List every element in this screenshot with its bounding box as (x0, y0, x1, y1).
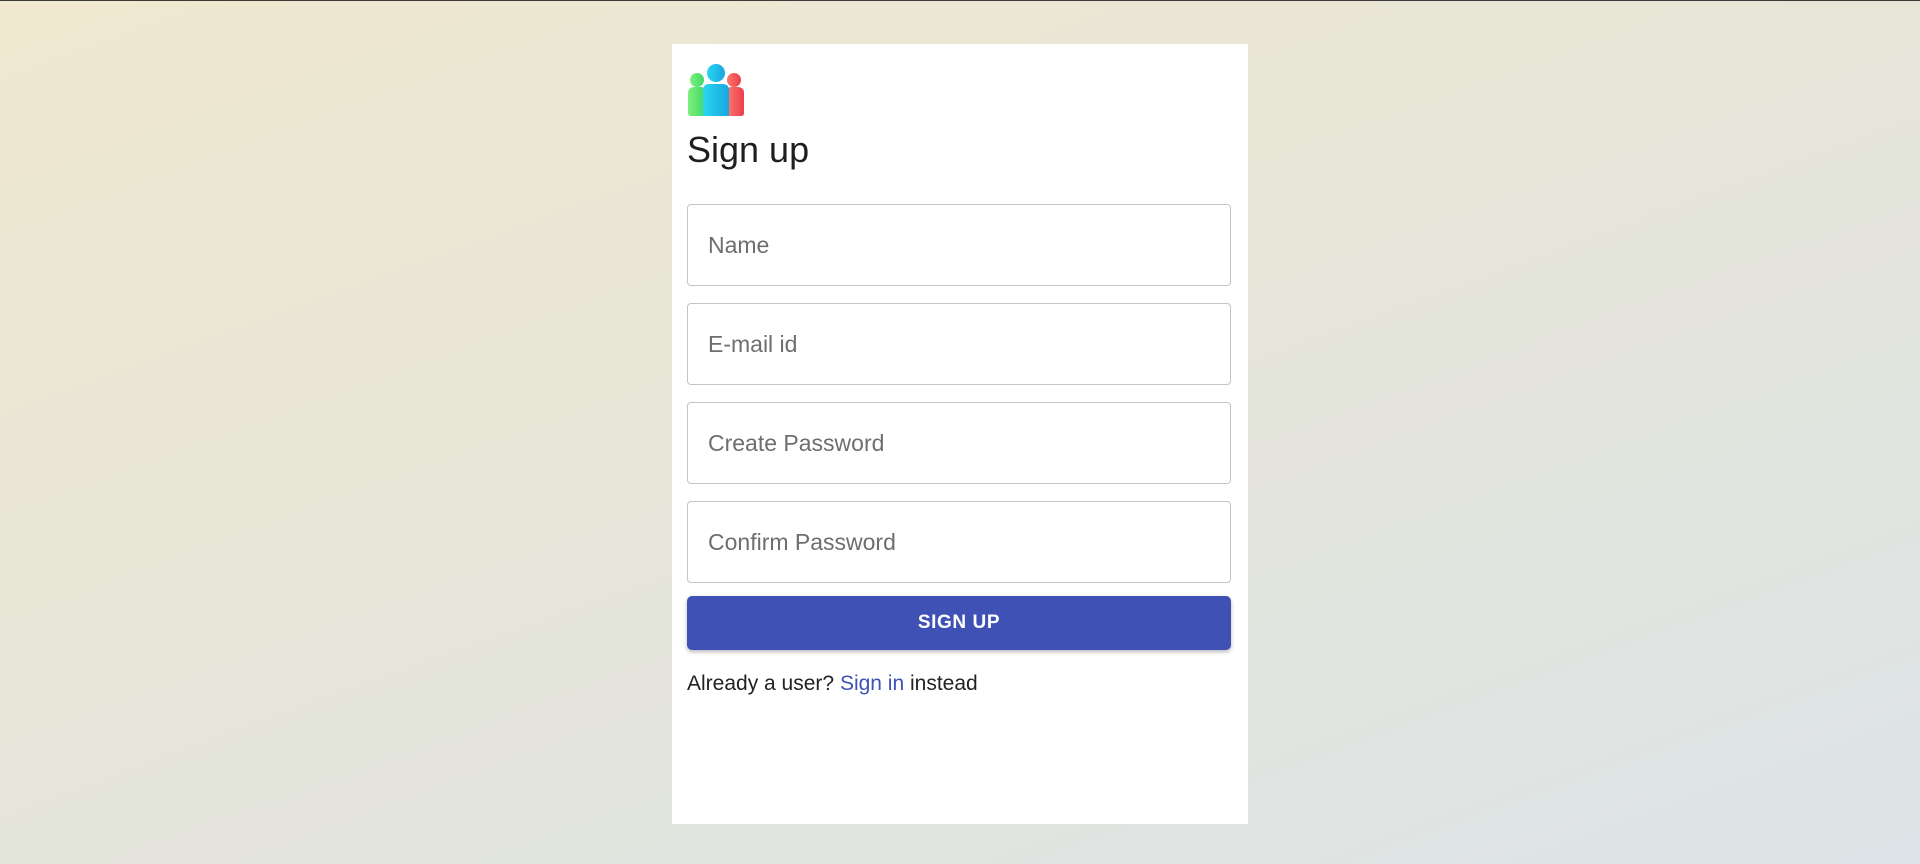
name-field[interactable] (687, 204, 1231, 286)
signin-prompt-suffix: instead (910, 672, 978, 695)
signup-card: Sign up SIGN UP Already a user? Sign in … (672, 44, 1248, 824)
window-top-border (0, 0, 1920, 1)
confirm-password-field[interactable] (687, 501, 1231, 583)
signup-button[interactable]: SIGN UP (687, 596, 1231, 650)
signin-prompt-prefix: Already a user? (687, 672, 835, 695)
signin-prompt: Already a user? Sign in instead (687, 672, 978, 696)
create-password-field[interactable] (687, 402, 1231, 484)
users-group-icon (688, 64, 744, 116)
signin-link[interactable]: Sign in (840, 672, 904, 695)
email-field[interactable] (687, 303, 1231, 385)
page-title: Sign up (687, 129, 810, 170)
